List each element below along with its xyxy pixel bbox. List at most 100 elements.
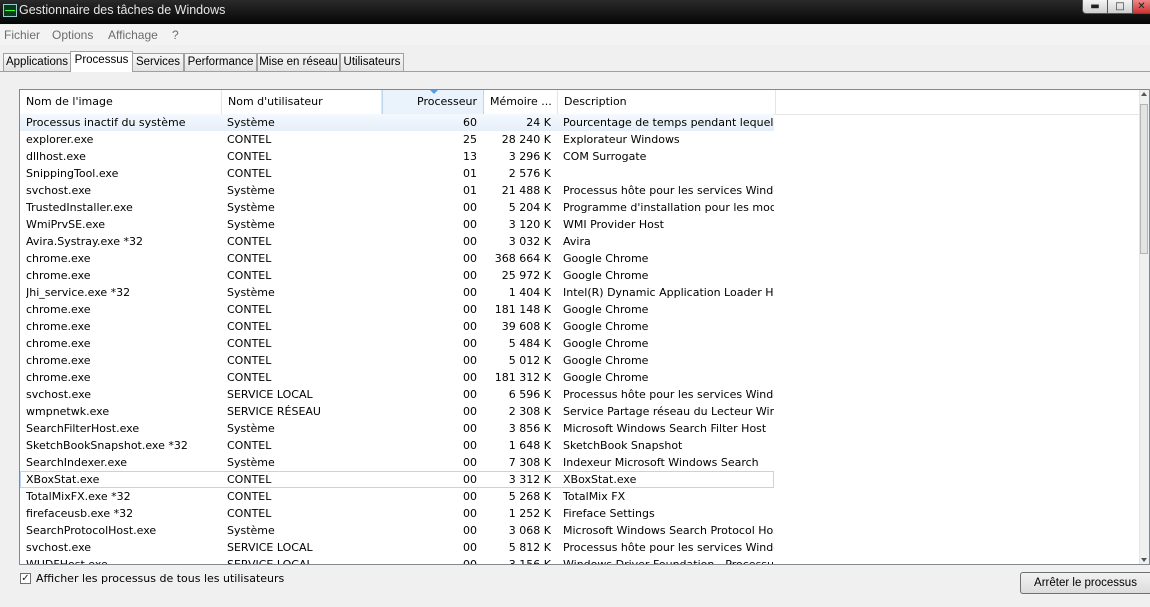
table-row[interactable]: WmiPrvSE.exe Système 00 3 120 K WMI Provider… bbox=[20, 216, 1140, 233]
column-header-name[interactable]: Nom de l'image bbox=[20, 90, 222, 114]
table-row[interactable]: chrome.exe CONTEL 00 368 664 K Google Chrome bbox=[20, 250, 1140, 267]
process-description-cell: Google Chrome bbox=[563, 337, 649, 350]
process-user-cell: CONTEL bbox=[227, 133, 272, 146]
process-cpu-cell: 00 bbox=[463, 320, 477, 333]
scrollbar-thumb[interactable] bbox=[1140, 104, 1148, 254]
table-row[interactable]: SnippingTool.exe CONTEL 01 2 576 K bbox=[20, 165, 1140, 182]
tab-utilisateurs[interactable]: Utilisateurs bbox=[340, 53, 404, 71]
process-memory-cell: 28 240 K bbox=[501, 133, 551, 146]
process-user-cell: Système bbox=[227, 201, 275, 214]
table-row[interactable]: firefaceusb.exe *32 CONTEL 00 1 252 K Firefa… bbox=[20, 505, 1140, 522]
process-memory-cell: 5 268 K bbox=[508, 490, 551, 503]
column-header-cpu-label: Processeur bbox=[417, 95, 477, 108]
tab-processus[interactable]: Processus bbox=[70, 51, 133, 72]
process-user-cell: Système bbox=[227, 218, 275, 231]
process-cpu-cell: 00 bbox=[463, 388, 477, 401]
table-row[interactable]: chrome.exe CONTEL 00 181 148 K Google Chrome bbox=[20, 301, 1140, 318]
process-cpu-cell: 00 bbox=[463, 541, 477, 554]
process-memory-cell: 2 576 K bbox=[508, 167, 551, 180]
menu-affichage[interactable]: Affichage bbox=[108, 28, 158, 42]
column-header-row: Nom de l'image Nom d'utilisateur Process… bbox=[20, 90, 1140, 115]
table-row[interactable]: chrome.exe CONTEL 00 39 608 K Google Chrome bbox=[20, 318, 1140, 335]
table-row[interactable]: Jhi_service.exe *32 Système 00 1 404 K Intel… bbox=[20, 284, 1140, 301]
process-user-cell: CONTEL bbox=[227, 235, 272, 248]
minimize-button[interactable]: ▬ bbox=[1082, 0, 1108, 14]
process-user-cell: CONTEL bbox=[227, 167, 272, 180]
show-all-users-checkbox[interactable]: ✓ bbox=[20, 573, 31, 584]
process-user-cell: CONTEL bbox=[227, 252, 272, 265]
process-user-cell: SERVICE LOCAL bbox=[227, 558, 313, 565]
process-user-cell: CONTEL bbox=[227, 303, 272, 316]
table-row[interactable]: chrome.exe CONTEL 00 25 972 K Google Chrome bbox=[20, 267, 1140, 284]
menu-help[interactable]: ? bbox=[172, 28, 179, 42]
process-user-cell: SERVICE RÉSEAU bbox=[227, 405, 321, 418]
process-memory-cell: 25 972 K bbox=[501, 269, 551, 282]
vertical-scrollbar[interactable] bbox=[1139, 90, 1149, 564]
table-row[interactable]: WUDFHost.exe SERVICE LOCAL 00 3 156 K Window… bbox=[20, 556, 1140, 565]
process-user-cell: CONTEL bbox=[227, 507, 272, 520]
table-row[interactable]: chrome.exe CONTEL 00 5 484 K Google Chrome bbox=[20, 335, 1140, 352]
process-description-cell: Processus hôte pour les services Windows bbox=[563, 184, 774, 197]
process-memory-cell: 1 648 K bbox=[508, 439, 551, 452]
process-cpu-cell: 00 bbox=[463, 507, 477, 520]
process-memory-cell: 5 812 K bbox=[508, 541, 551, 554]
process-description-cell: Google Chrome bbox=[563, 269, 649, 282]
tab-applications[interactable]: Applications bbox=[3, 53, 71, 71]
process-description-cell: Pourcentage de temps pendant lequel l'..… bbox=[563, 116, 774, 129]
table-row[interactable]: XBoxStat.exe CONTEL 00 3 312 K XBoxStat.exe bbox=[20, 471, 774, 488]
maximize-button[interactable]: □ bbox=[1107, 0, 1133, 14]
menu-options[interactable]: Options bbox=[52, 28, 93, 42]
process-description-cell: Processus hôte pour les services Windows bbox=[563, 388, 774, 401]
table-row[interactable]: svchost.exe SERVICE LOCAL 00 6 596 K Process… bbox=[20, 386, 1140, 403]
table-row[interactable]: svchost.exe Système 01 21 488 K Processus hô… bbox=[20, 182, 1140, 199]
process-description-cell: Intel(R) Dynamic Application Loader Hos.… bbox=[563, 286, 774, 299]
table-row[interactable]: SearchIndexer.exe Système 00 7 308 K Indexeu… bbox=[20, 454, 1140, 471]
table-row[interactable]: SketchBookSnapshot.exe *32 CONTEL 00 1 648 … bbox=[20, 437, 1140, 454]
table-row[interactable]: chrome.exe CONTEL 00 5 012 K Google Chrome bbox=[20, 352, 1140, 369]
scroll-down-arrow-icon[interactable] bbox=[1141, 558, 1147, 562]
close-button[interactable]: ✕ bbox=[1132, 0, 1150, 14]
table-row[interactable]: SearchFilterHost.exe Système 00 3 856 K Micr… bbox=[20, 420, 1140, 437]
table-row[interactable]: explorer.exe CONTEL 25 28 240 K Explorateur … bbox=[20, 131, 1140, 148]
table-row[interactable]: wmpnetwk.exe SERVICE RÉSEAU 00 2 308 K Servi… bbox=[20, 403, 1140, 420]
process-name-cell: Jhi_service.exe *32 bbox=[26, 286, 131, 299]
column-header-user[interactable]: Nom d'utilisateur bbox=[222, 90, 382, 114]
table-row[interactable]: svchost.exe SERVICE LOCAL 00 5 812 K Process… bbox=[20, 539, 1140, 556]
process-name-cell: SearchIndexer.exe bbox=[26, 456, 128, 469]
process-memory-cell: 3 120 K bbox=[508, 218, 551, 231]
column-header-cpu[interactable]: Processeur bbox=[382, 90, 484, 114]
process-name-cell: TotalMixFX.exe *32 bbox=[26, 490, 131, 503]
scroll-up-arrow-icon[interactable] bbox=[1141, 92, 1147, 96]
table-row[interactable]: dllhost.exe CONTEL 13 3 296 K COM Surrogate bbox=[20, 148, 1140, 165]
process-name-cell: TrustedInstaller.exe bbox=[26, 201, 133, 214]
process-description-cell: Service Partage réseau du Lecteur Win... bbox=[563, 405, 774, 418]
end-process-button[interactable]: Arrêter le processus bbox=[1020, 572, 1150, 594]
table-row[interactable]: chrome.exe CONTEL 00 181 312 K Google Chrome bbox=[20, 369, 1140, 386]
tab-performance[interactable]: Performance bbox=[184, 53, 257, 71]
tab-services[interactable]: Services bbox=[132, 53, 184, 71]
process-list[interactable]: Nom de l'image Nom d'utilisateur Process… bbox=[19, 89, 1150, 565]
process-cpu-cell: 00 bbox=[463, 524, 477, 537]
process-description-cell: SketchBook Snapshot bbox=[563, 439, 683, 452]
process-cpu-cell: 00 bbox=[463, 456, 477, 469]
process-memory-cell: 3 856 K bbox=[508, 422, 551, 435]
column-header-memory[interactable]: Mémoire ... bbox=[484, 90, 558, 114]
process-name-cell: SearchFilterHost.exe bbox=[26, 422, 140, 435]
tab-mise-en-reseau[interactable]: Mise en réseau bbox=[257, 53, 340, 71]
task-manager-app-icon bbox=[3, 4, 17, 17]
process-description-cell: Explorateur Windows bbox=[563, 133, 680, 146]
process-cpu-cell: 00 bbox=[463, 422, 477, 435]
process-cpu-cell: 00 bbox=[463, 405, 477, 418]
menu-fichier[interactable]: Fichier bbox=[4, 28, 40, 42]
process-name-cell: WUDFHost.exe bbox=[26, 558, 108, 565]
process-name-cell: Processus inactif du système bbox=[26, 116, 186, 129]
process-name-cell: dllhost.exe bbox=[26, 150, 86, 163]
table-row[interactable]: SearchProtocolHost.exe Système 00 3 068 K Mi… bbox=[20, 522, 1140, 539]
process-cpu-cell: 01 bbox=[463, 184, 477, 197]
table-row[interactable]: Avira.Systray.exe *32 CONTEL 00 3 032 K Avir… bbox=[20, 233, 1140, 250]
process-memory-cell: 368 664 K bbox=[494, 252, 551, 265]
table-row[interactable]: TrustedInstaller.exe Système 00 5 204 K Prog… bbox=[20, 199, 1140, 216]
table-row[interactable]: TotalMixFX.exe *32 CONTEL 00 5 268 K TotalMi… bbox=[20, 488, 1140, 505]
table-row[interactable]: Processus inactif du système Système 60 24 … bbox=[20, 114, 774, 131]
column-header-description[interactable]: Description bbox=[558, 90, 776, 114]
